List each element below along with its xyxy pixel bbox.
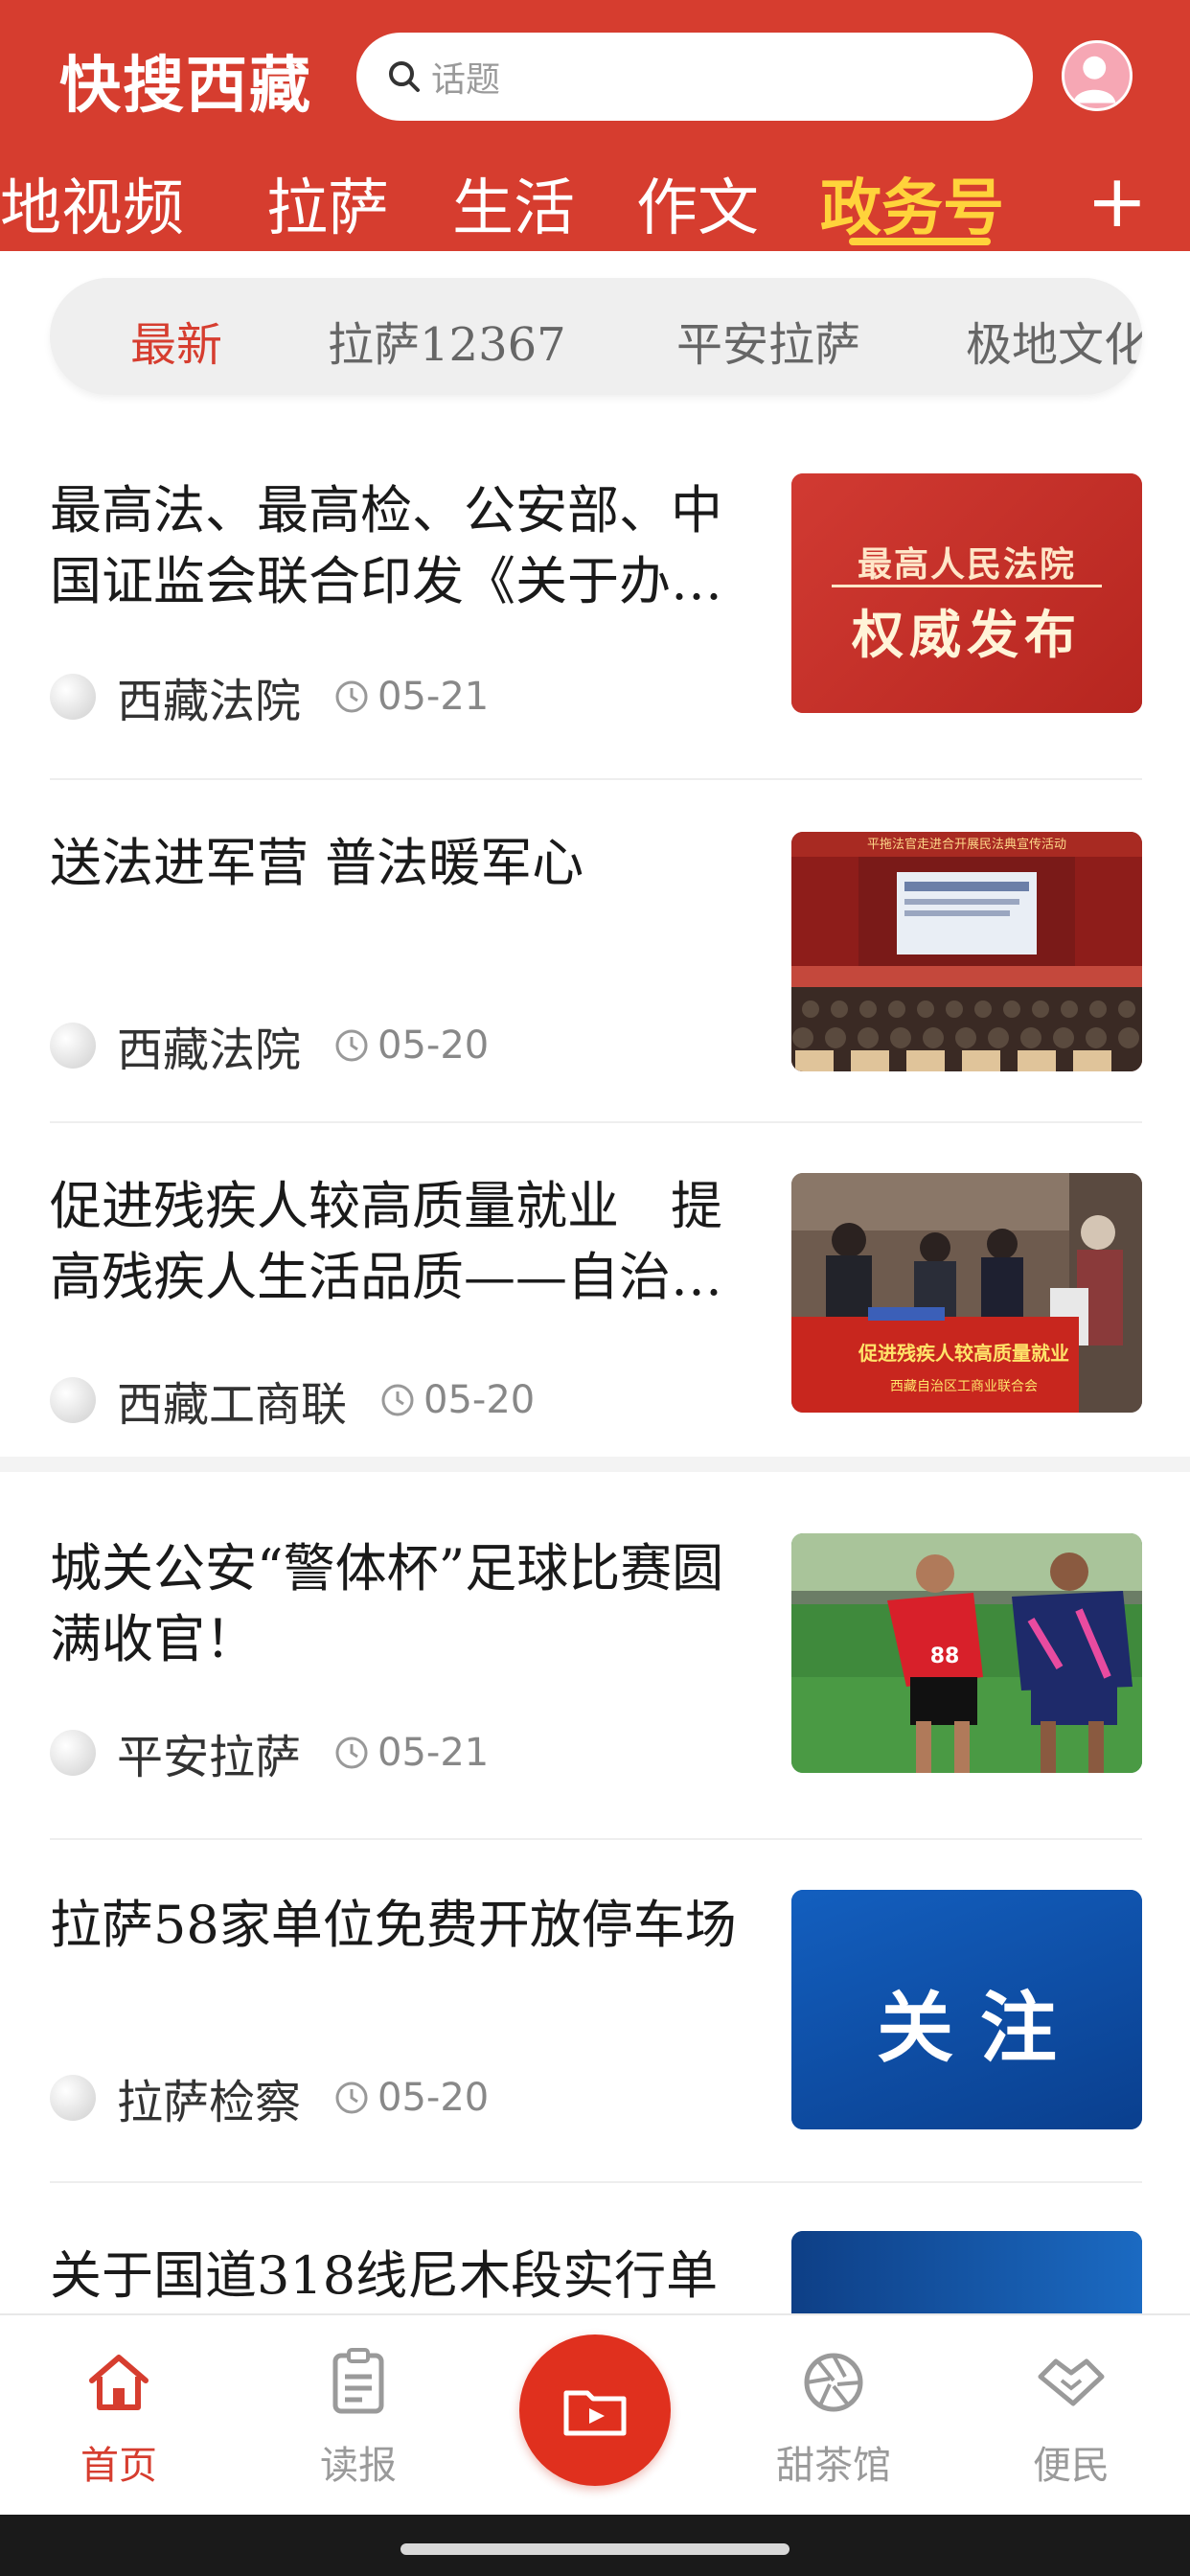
article-date: 05-21	[378, 675, 490, 719]
tab-newspaper-label: 读报	[320, 2444, 397, 2488]
add-channel-icon[interactable]: +	[1087, 153, 1148, 249]
tab-home-label: 首页	[80, 2444, 157, 2488]
article-thumbnail: 88	[791, 1533, 1142, 1773]
channel-tabs: 极地视频 拉萨 生活 作文 政务号	[0, 153, 1190, 249]
thumb-banner: 平拖法官走进合开展民法典宣传活动	[866, 838, 1066, 852]
article-thumbnail: 促进残疾人较高质量就业 西藏自治区工商业联合会	[791, 1173, 1142, 1413]
section-divider	[0, 1457, 1190, 1472]
home-indicator[interactable]	[400, 2543, 790, 2555]
clock-icon	[335, 680, 368, 713]
article-thumbnail: 最高人民法院 权威发布	[791, 473, 1142, 713]
channel-tab-essay[interactable]: 作文	[636, 159, 759, 247]
source-avatar	[50, 1023, 96, 1069]
article-title: 送法进军营 普法暖军心	[50, 833, 584, 893]
app-brand: 快搜西藏	[59, 50, 312, 122]
article-thumbnail: 平拖法官走进合开展民法典宣传活动	[791, 832, 1142, 1071]
subtab-latest[interactable]: 最新	[130, 307, 222, 374]
article-source: 平安拉萨	[117, 1731, 302, 1784]
article-meta: 西藏法院 05-21	[50, 663, 489, 730]
article-date: 05-21	[378, 1731, 490, 1775]
video-fab-button[interactable]	[519, 2334, 671, 2486]
source-avatar	[50, 2075, 96, 2121]
newspaper-icon	[332, 2348, 384, 2414]
app-header: 快搜西藏 话题 极地视频 拉萨 生活 作文 政务号 +	[0, 0, 1190, 251]
thumb-caption-top: 最高人民法院	[857, 545, 1076, 585]
sub-tabs: 最新 拉萨12367 平安拉萨 极地文化	[50, 278, 1142, 395]
video-folder-icon	[563, 2390, 627, 2436]
article-source: 拉萨检察	[117, 2076, 302, 2129]
divider	[50, 1121, 1142, 1123]
divider	[50, 1838, 1142, 1840]
article-date: 05-20	[378, 1024, 490, 1068]
search-icon	[389, 61, 420, 92]
jersey-number: 88	[929, 1644, 960, 1668]
tab-teahouse-label: 甜茶馆	[776, 2444, 891, 2488]
divider	[50, 778, 1142, 780]
article-meta: 平安拉萨 05-21	[50, 1719, 489, 1786]
tab-services[interactable]: 便民	[995, 2344, 1148, 2490]
thumb-banner: 促进残疾人较高质量就业	[858, 1342, 1069, 1365]
clock-icon	[335, 1029, 368, 1062]
article-date: 05-20	[423, 1378, 536, 1422]
auditorium-image	[791, 832, 1142, 1071]
tab-home[interactable]: 首页	[42, 2344, 195, 2490]
article-source: 西藏法院	[117, 1024, 302, 1077]
tab-newspaper[interactable]: 读报	[282, 2344, 435, 2490]
clock-icon	[381, 1384, 414, 1416]
thumb-subtext: 西藏自治区工商业联合会	[890, 1379, 1038, 1394]
channel-tab-government[interactable]: 政务号	[820, 159, 1004, 247]
article-title: 拉萨58家单位免费开放停车场	[50, 1895, 737, 1955]
clock-icon	[335, 1736, 368, 1769]
channel-tab-lhasa[interactable]: 拉萨	[266, 159, 389, 247]
search-bar[interactable]: 话题	[356, 33, 1033, 121]
user-icon	[1073, 56, 1116, 104]
source-avatar	[50, 1730, 96, 1776]
subtab-safe-lhasa[interactable]: 平安拉萨	[676, 307, 860, 374]
article-meta: 西藏法院 05-20	[50, 1012, 489, 1079]
article-title: 促进残疾人较高质量就业 提高残疾人生活品质——自治…	[50, 1176, 722, 1307]
source-avatar	[50, 1377, 96, 1423]
article-source: 西藏法院	[117, 675, 302, 728]
tab-teahouse[interactable]: 甜茶馆	[757, 2344, 910, 2490]
article-meta: 拉萨检察 05-20	[50, 2064, 489, 2131]
channel-tab-video[interactable]: 极地视频	[0, 159, 184, 247]
article-date: 05-20	[378, 2076, 490, 2120]
source-avatar	[50, 674, 96, 720]
handshake-icon	[1038, 2358, 1105, 2406]
subtab-lhasa-12367[interactable]: 拉萨12367	[328, 307, 566, 374]
article-thumbnail: 关 注	[791, 1890, 1142, 2129]
thumb-rule	[832, 585, 1102, 587]
article-title: 最高法、最高检、公安部、中国证监会联合印发《关于办…	[50, 480, 722, 611]
article-source: 西藏工商联	[117, 1378, 348, 1432]
thumb-caption: 关 注	[877, 1984, 1057, 2073]
article-meta: 西藏工商联 05-20	[50, 1367, 535, 1434]
active-channel-indicator	[849, 238, 991, 245]
thumb-caption-main: 权威发布	[852, 605, 1082, 665]
aperture-icon	[804, 2353, 863, 2412]
tab-services-label: 便民	[1033, 2444, 1110, 2488]
article-thumbnail	[791, 2231, 1142, 2313]
divider	[50, 2181, 1142, 2183]
search-placeholder: 话题	[431, 60, 501, 100]
home-icon	[89, 2355, 149, 2410]
channel-tab-life[interactable]: 生活	[452, 159, 575, 247]
article-title: 城关公安“警体杯”足球比赛圆满收官！	[50, 1538, 724, 1669]
avatar[interactable]	[1062, 40, 1133, 111]
clock-icon	[335, 2082, 368, 2114]
article-title: 关于国道318线尼木段实行单	[50, 2245, 719, 2306]
subtab-polar-culture[interactable]: 极地文化	[966, 307, 1142, 374]
system-home-bar	[0, 2515, 1190, 2576]
